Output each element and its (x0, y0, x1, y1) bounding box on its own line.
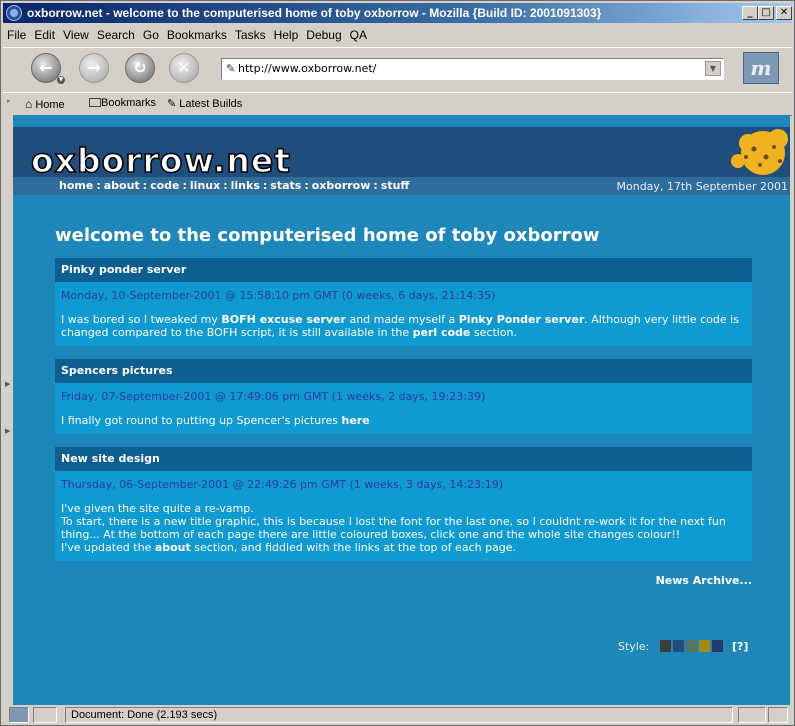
nav-about[interactable]: about (104, 179, 140, 192)
reload-button[interactable]: ↻ (125, 53, 155, 83)
window-title: oxborrow.net - welcome to the computeris… (27, 6, 602, 20)
sidebar-expand-icon[interactable]: ▶ (5, 427, 10, 435)
sidebar-expand-icon[interactable]: ▶ (5, 380, 10, 388)
nav-code[interactable]: code (150, 179, 179, 192)
mail-icon[interactable] (33, 707, 57, 723)
menu-go[interactable]: Go (139, 25, 163, 42)
close-button[interactable]: ✕ (776, 6, 792, 20)
house-icon: ⌂ (25, 97, 33, 111)
nav-home[interactable]: home (59, 179, 93, 192)
news-link[interactable]: about (155, 541, 191, 554)
stop-button[interactable]: ✕ (169, 53, 199, 83)
nav-stats[interactable]: stats (270, 179, 301, 192)
bookmarks-label: Bookmarks (101, 97, 157, 109)
title-bar[interactable]: oxborrow.net - welcome to the computeris… (3, 3, 792, 23)
url-history-dropdown-icon[interactable]: ▼ (705, 61, 721, 76)
nav-linux[interactable]: linux (190, 179, 220, 192)
status-bar: Document: Done (2.193 secs) (3, 706, 792, 724)
stop-x-icon: ✕ (177, 58, 191, 77)
menu-qa[interactable]: QA (346, 25, 371, 42)
menu-file[interactable]: File (3, 25, 30, 42)
home-label: Home (35, 99, 65, 111)
news-link[interactable]: Pinky Ponder server (459, 313, 585, 326)
news-item: Pinky ponder server Monday, 10-September… (55, 258, 752, 346)
site-nav: home: about: code: linux: links: stats: oxborr… (13, 177, 790, 195)
online-status-icon[interactable] (738, 707, 766, 723)
navigation-toolbar: ← ▼ → ↻ ✕ ✎ ▼ m (3, 47, 792, 93)
reload-icon: ↻ (133, 58, 147, 77)
url-input[interactable] (238, 61, 698, 76)
news-link[interactable]: perl code (413, 326, 471, 339)
site-banner: oxborrow.net (13, 127, 790, 181)
page-proxy-icon[interactable]: ✎ (226, 62, 235, 75)
news-body: I was bored so I tweaked my BOFH excuse … (61, 313, 739, 339)
latest-builds-button[interactable]: ✎ Latest Builds (167, 97, 242, 110)
nav-links[interactable]: links (231, 179, 260, 192)
style-swatch[interactable] (699, 640, 710, 652)
news-link[interactable]: here (341, 414, 369, 427)
news-body: I've given the site quite a re-vamp. To s… (61, 502, 726, 554)
menu-bar: File Edit View Search Go Bookmarks Tasks Help De… (3, 25, 792, 45)
news-title: Pinky ponder server (55, 258, 752, 282)
bookmarks-button[interactable]: Bookmarks (89, 97, 156, 109)
news-title: New site design (55, 447, 752, 471)
current-date: Monday, 17th September 2001 (616, 180, 789, 193)
nav-oxborrow[interactable]: oxborrow (312, 179, 371, 192)
mozilla-app-icon[interactable] (6, 5, 22, 21)
security-lock-icon[interactable] (768, 707, 788, 723)
personal-toolbar: ▸ ⌂ Home Bookmarks ✎ Latest Builds (3, 92, 792, 116)
news-title: Spencers pictures (55, 359, 752, 383)
menu-search[interactable]: Search (93, 25, 139, 42)
menu-help[interactable]: Help (270, 25, 303, 42)
latest-builds-label: Latest Builds (179, 98, 243, 110)
menu-tasks[interactable]: Tasks (231, 25, 270, 42)
news-item: New site design Thursday, 06-September-2… (55, 447, 752, 561)
menu-bookmarks[interactable]: Bookmarks (163, 25, 231, 42)
bookmark-link-icon: ✎ (167, 98, 177, 110)
style-swatch[interactable] (686, 640, 697, 652)
url-bar[interactable]: ✎ ▼ (221, 58, 724, 80)
style-swatch[interactable] (673, 640, 684, 652)
home-button[interactable]: ⌂ Home (25, 97, 65, 111)
style-swatch[interactable] (660, 640, 671, 652)
news-date: Thursday, 06-September-2001 @ 22:49:26 p… (61, 478, 504, 491)
browser-window: oxborrow.net - welcome to the computeris… (0, 0, 795, 726)
page-content[interactable]: oxborrow.net home: about: code: linux: links… (3, 115, 790, 705)
menu-edit[interactable]: Edit (30, 25, 59, 42)
maximize-button[interactable]: □ (758, 6, 774, 20)
forward-arrow-icon: → (87, 58, 101, 77)
forward-button[interactable]: → (79, 53, 109, 83)
minimize-button[interactable]: _ (742, 6, 758, 20)
toolbar-grippy-icon[interactable]: ▸ (7, 97, 11, 105)
mozilla-throbber-icon[interactable]: m (743, 52, 779, 84)
component-bar-icon[interactable] (9, 707, 29, 723)
news-date: Monday, 10-September-2001 @ 15:58:10 pm … (61, 289, 496, 302)
page-title: welcome to the computerised home of toby… (55, 225, 600, 246)
news-body: I finally got round to putting up Spence… (61, 414, 370, 427)
menu-view[interactable]: View (59, 25, 93, 42)
status-text: Document: Done (2.193 secs) (71, 709, 218, 721)
style-swatch[interactable] (712, 640, 723, 652)
news-link[interactable]: BOFH excuse server (221, 313, 346, 326)
sun-splash-icon (731, 129, 788, 175)
news-item: Spencers pictures Friday, 07-September-2… (55, 359, 752, 434)
folder-icon (89, 98, 101, 107)
style-help-link[interactable]: [?] (732, 640, 748, 653)
site-logo[interactable]: oxborrow.net (30, 140, 291, 181)
nav-stuff[interactable]: stuff (381, 179, 410, 192)
style-label: Style: (618, 640, 650, 653)
news-archive-link[interactable]: News Archive... (656, 574, 752, 587)
sidebar-grippy[interactable]: ▶ ▶ (3, 115, 13, 705)
back-arrow-icon: ← (39, 58, 53, 77)
menu-debug[interactable]: Debug (302, 25, 345, 42)
back-history-dropdown-icon[interactable]: ▼ (57, 76, 65, 84)
news-date: Friday, 07-September-2001 @ 17:49:06 pm … (61, 390, 486, 403)
